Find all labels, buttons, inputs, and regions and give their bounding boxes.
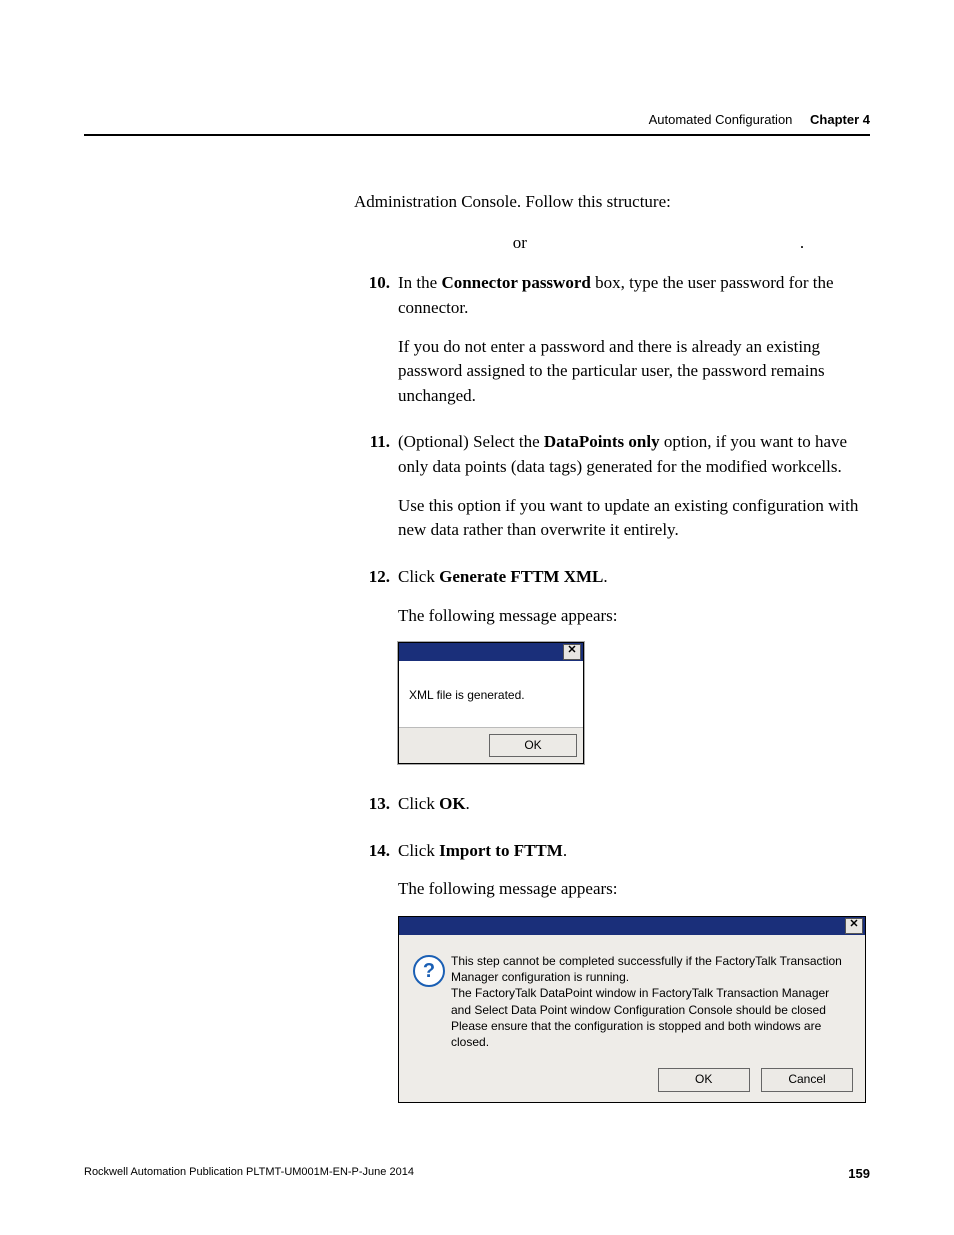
step-body: Click OK. [398, 792, 870, 831]
step-14-p2: The following message appears: [398, 877, 870, 902]
step-12-p1: Click Generate FTTM XML. [398, 565, 870, 590]
running-header: Automated Configuration Chapter 4 [649, 112, 870, 127]
step-13-p1: Click OK. [398, 792, 870, 817]
step-body: (Optional) Select the DataPoints only op… [398, 430, 870, 557]
step-body: Click Generate FTTM XML. The following m… [398, 565, 870, 784]
running-header-section: Automated Configuration [649, 112, 793, 127]
step-11: 11. (Optional) Select the DataPoints onl… [354, 430, 870, 557]
step-12-p2: The following message appears: [398, 604, 870, 629]
ok-button[interactable]: OK [489, 734, 577, 757]
body-content: Administration Console. Follow this stru… [354, 190, 870, 1113]
xml-generated-dialog: ✕ XML file is generated. OK [398, 642, 584, 764]
step-10-p2: If you do not enter a password and there… [398, 335, 870, 409]
step-body: Click Import to FTTM. The following mess… [398, 839, 870, 1113]
step-11-p1: (Optional) Select the DataPoints only op… [398, 430, 870, 479]
step-14: 14. Click Import to FTTM. The following … [354, 839, 870, 1113]
header-rule [84, 134, 870, 136]
page-footer: Rockwell Automation Publication PLTMT-UM… [84, 1166, 870, 1181]
step-10: 10. In the Connector password box, type … [354, 271, 870, 422]
dialog-button-bar: OK [399, 728, 583, 763]
intro-or: or [420, 231, 620, 256]
dialog-titlebar: ✕ [399, 643, 583, 661]
close-icon[interactable]: ✕ [563, 644, 581, 660]
step-number: 11. [354, 430, 398, 557]
question-icon: ? [413, 953, 451, 1050]
ok-button[interactable]: OK [658, 1068, 750, 1091]
step-12: 12. Click Generate FTTM XML. The followi… [354, 565, 870, 784]
step-number: 10. [354, 271, 398, 422]
step-11-p2: Use this option if you want to update an… [398, 494, 870, 543]
publication-info: Rockwell Automation Publication PLTMT-UM… [84, 1166, 414, 1181]
question-icon-glyph: ? [413, 955, 445, 987]
page-number: 159 [848, 1166, 870, 1181]
dialog-message: This step cannot be completed successful… [451, 953, 851, 1050]
step-number: 12. [354, 565, 398, 784]
intro-period: . [624, 231, 804, 256]
step-14-p1: Click Import to FTTM. [398, 839, 870, 864]
dialog-button-bar: OK Cancel [399, 1060, 865, 1101]
intro-line: Administration Console. Follow this stru… [354, 190, 870, 215]
dialog-body: XML file is generated. [399, 661, 583, 727]
running-header-chapter: Chapter 4 [810, 112, 870, 127]
dialog-titlebar: ✕ [399, 917, 865, 935]
close-icon[interactable]: ✕ [845, 918, 863, 934]
import-warning-dialog: ✕ ? This step cannot be completed succes… [398, 916, 866, 1103]
step-number: 14. [354, 839, 398, 1113]
cancel-button[interactable]: Cancel [761, 1068, 853, 1091]
intro-or-line: or . [354, 231, 870, 256]
dialog-body: ? This step cannot be completed successf… [399, 935, 865, 1060]
step-number: 13. [354, 792, 398, 831]
step-body: In the Connector password box, type the … [398, 271, 870, 422]
dialog-message: XML file is generated. [409, 688, 525, 702]
step-10-p1: In the Connector password box, type the … [398, 271, 870, 320]
step-13: 13. Click OK. [354, 792, 870, 831]
